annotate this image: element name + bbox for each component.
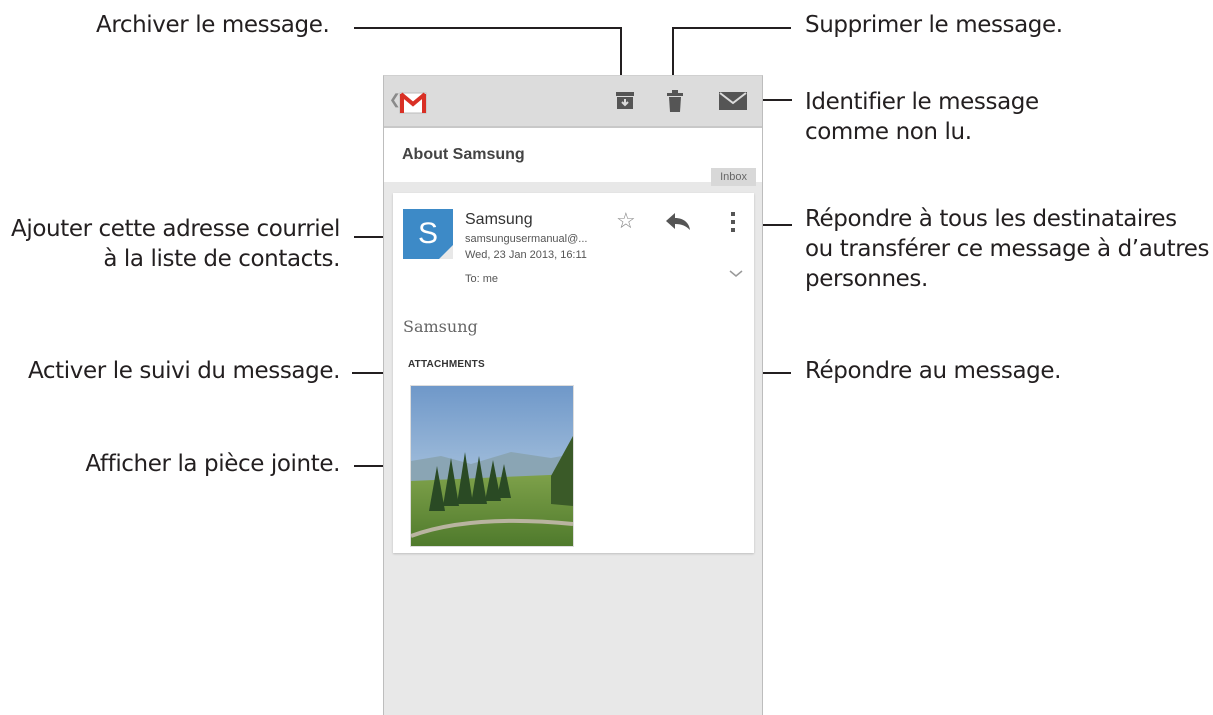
avatar-letter: S: [417, 217, 438, 250]
overflow-menu-icon[interactable]: [730, 211, 736, 233]
message-body: Samsung: [403, 317, 478, 336]
gmail-icon[interactable]: [398, 88, 428, 116]
sender-name: Samsung: [465, 211, 533, 228]
callout-mark-unread-line2: comme non lu.: [805, 118, 972, 145]
envelope-icon[interactable]: [719, 92, 747, 110]
inbox-label-badge[interactable]: Inbox: [711, 168, 756, 186]
callout-star: Activer le suivi du message.: [28, 358, 340, 384]
callout-mark-unread: Identifier le message comme non lu.: [805, 88, 1039, 148]
callout-more-line2: ou transférer ce message à d’autres: [805, 235, 1210, 262]
callout-add-contact-line1: Ajouter cette adresse courriel: [11, 216, 340, 242]
callout-more-options: Répondre à tous les destinataires ou tra…: [805, 205, 1209, 295]
subject-bar: About Samsung: [384, 128, 762, 182]
sender-avatar[interactable]: S: [403, 209, 453, 259]
trash-icon[interactable]: [665, 89, 685, 113]
leader-delete-h: [672, 27, 791, 29]
leader-archive-h: [354, 27, 622, 29]
chevron-down-icon[interactable]: [729, 270, 743, 278]
callout-archive: Archiver le message.: [96, 12, 330, 38]
callout-reply: Répondre au message.: [805, 358, 1062, 384]
avatar-corner: [439, 245, 453, 259]
action-bar: ❮: [384, 76, 762, 128]
message-date: Wed, 23 Jan 2013, 16:11: [465, 249, 587, 261]
callout-attachment: Afficher la pièce jointe.: [85, 451, 340, 477]
recipient-line: To: me: [465, 273, 499, 285]
attachments-heading: ATTACHMENTS: [408, 359, 485, 370]
callout-mark-unread-line1: Identifier le message: [805, 89, 1039, 115]
attachment-landscape-image: [411, 386, 573, 546]
email-subject: About Samsung: [402, 146, 525, 163]
attachment-thumbnail[interactable]: [410, 385, 574, 547]
reply-icon[interactable]: [665, 211, 691, 231]
archive-icon[interactable]: [614, 89, 636, 111]
star-icon[interactable]: ☆: [616, 208, 636, 234]
sender-address: samsungusermanual@...: [465, 233, 588, 245]
callout-add-contact: Ajouter cette adresse courriel à la list…: [11, 215, 340, 275]
message-card: S Samsung samsungusermanual@... Wed, 23 …: [393, 193, 754, 553]
callout-add-contact-line2: à la liste de contacts.: [103, 245, 340, 272]
phone-screen: ❮ About Samsung Inbox S Samsung samsungu…: [383, 75, 763, 715]
callout-delete: Supprimer le message.: [805, 12, 1063, 38]
callout-more-line1: Répondre à tous les destinataires: [805, 206, 1177, 232]
callout-more-line3: personnes.: [805, 265, 928, 292]
